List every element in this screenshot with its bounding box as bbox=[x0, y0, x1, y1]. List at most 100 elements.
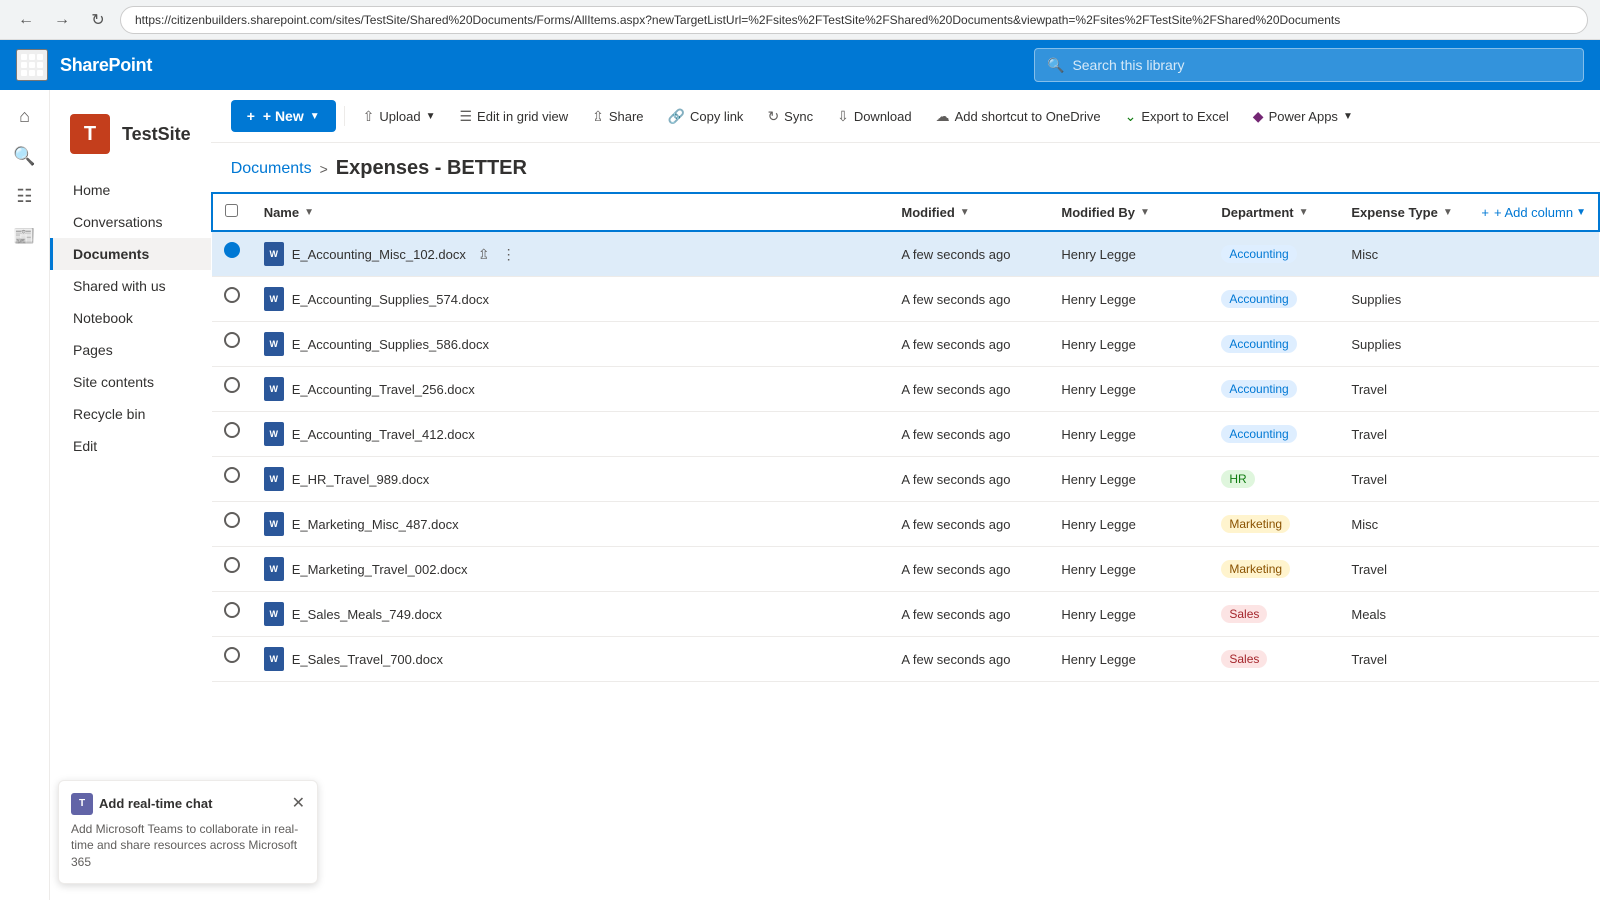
add-column-button[interactable]: + + Add column ▼ bbox=[1481, 205, 1586, 220]
new-plus-icon: + bbox=[247, 108, 255, 124]
file-name-cell: W E_Sales_Travel_700.docx ⇫ ⋮ bbox=[252, 637, 890, 682]
file-name-link[interactable]: E_HR_Travel_989.docx bbox=[292, 472, 430, 487]
file-name-link[interactable]: E_Accounting_Travel_256.docx bbox=[292, 382, 475, 397]
select-all-header[interactable] bbox=[212, 193, 252, 231]
waffle-menu-button[interactable] bbox=[16, 49, 48, 81]
sidebar-item-home[interactable]: Home bbox=[50, 174, 211, 206]
row-select-radio[interactable] bbox=[224, 332, 240, 348]
file-name-link[interactable]: E_Marketing_Misc_487.docx bbox=[292, 517, 459, 532]
department-tag: Accounting bbox=[1221, 425, 1296, 443]
department-cell: Sales bbox=[1209, 592, 1339, 637]
upload-button[interactable]: ⇧ Upload ▼ bbox=[353, 102, 446, 131]
file-name-cell: W E_Marketing_Misc_487.docx ⇫ ⋮ bbox=[252, 502, 890, 547]
nav-items: HomeConversationsDocumentsShared with us… bbox=[50, 174, 211, 462]
share-button[interactable]: ⇫ Share bbox=[582, 102, 653, 131]
search-input[interactable] bbox=[1072, 57, 1571, 73]
sidebar-item-notebook[interactable]: Notebook bbox=[50, 302, 211, 334]
expense-type-cell: Misc bbox=[1339, 502, 1469, 547]
select-all-checkbox[interactable] bbox=[225, 204, 238, 217]
refresh-button[interactable]: ↻ bbox=[84, 6, 112, 34]
chat-widget-title: T Add real-time chat bbox=[71, 793, 212, 815]
name-column-header[interactable]: Name ▼ bbox=[252, 193, 890, 231]
row-select-radio[interactable] bbox=[224, 467, 240, 483]
search-bar[interactable]: 🔍 bbox=[1034, 48, 1584, 82]
department-tag: Marketing bbox=[1221, 560, 1290, 578]
row-checkbox-cell bbox=[212, 502, 252, 538]
row-select-radio[interactable] bbox=[224, 512, 240, 528]
department-column-header[interactable]: Department ▼ bbox=[1209, 193, 1339, 231]
modified-by-cell: Henry Legge bbox=[1049, 457, 1209, 502]
row-select-radio[interactable] bbox=[224, 242, 240, 258]
extra-col-cell bbox=[1469, 637, 1599, 682]
export-excel-button[interactable]: ⌄ Export to Excel bbox=[1115, 102, 1239, 131]
row-select-radio[interactable] bbox=[224, 602, 240, 618]
sync-button[interactable]: ↻ Sync bbox=[757, 102, 823, 131]
table-row: W E_Accounting_Travel_256.docx ⇫ ⋮ A few… bbox=[212, 367, 1599, 412]
add-column-header[interactable]: + + Add column ▼ bbox=[1469, 193, 1599, 231]
back-button[interactable]: ← bbox=[12, 6, 40, 34]
sidebar-item-conversations[interactable]: Conversations bbox=[50, 206, 211, 238]
file-name-link[interactable]: E_Accounting_Misc_102.docx bbox=[292, 247, 466, 262]
row-checkbox-cell bbox=[212, 232, 252, 268]
extra-col-cell bbox=[1469, 592, 1599, 637]
row-select-radio[interactable] bbox=[224, 422, 240, 438]
modified-by-sort-icon: ▼ bbox=[1140, 207, 1150, 218]
table-body: W E_Accounting_Misc_102.docx ⇫ ⋮ A few s… bbox=[212, 231, 1599, 682]
forward-button[interactable]: → bbox=[48, 6, 76, 34]
address-text: https://citizenbuilders.sharepoint.com/s… bbox=[135, 13, 1340, 27]
row-select-radio[interactable] bbox=[224, 647, 240, 663]
sidebar-item-documents[interactable]: Documents bbox=[50, 238, 211, 270]
modified-by-column-header[interactable]: Modified By ▼ bbox=[1049, 193, 1209, 231]
sidebar-item-recycle-bin[interactable]: Recycle bin bbox=[50, 398, 211, 430]
news-nav-icon[interactable]: 📰 bbox=[7, 218, 43, 254]
search-nav-icon[interactable]: 🔍 bbox=[7, 138, 43, 174]
file-name-cell: W E_Marketing_Travel_002.docx ⇫ ⋮ bbox=[252, 547, 890, 592]
file-name-link[interactable]: E_Accounting_Supplies_586.docx bbox=[292, 337, 489, 352]
sidebar-item-pages[interactable]: Pages bbox=[50, 334, 211, 366]
expense-type-column-header[interactable]: Expense Type ▼ bbox=[1339, 193, 1469, 231]
sidebar-item-shared-with-us[interactable]: Shared with us bbox=[50, 270, 211, 302]
row-select-radio[interactable] bbox=[224, 287, 240, 303]
new-button[interactable]: + + New ▼ bbox=[231, 100, 336, 132]
app-name: SharePoint bbox=[60, 55, 152, 76]
chat-description: Add Microsoft Teams to collaborate in re… bbox=[71, 821, 305, 871]
chat-close-button[interactable]: ✕ bbox=[292, 793, 305, 813]
table-row: W E_HR_Travel_989.docx ⇫ ⋮ A few seconds… bbox=[212, 457, 1599, 502]
share-row-button[interactable]: ⇫ bbox=[474, 244, 494, 265]
row-select-radio[interactable] bbox=[224, 557, 240, 573]
home-nav-icon[interactable]: ⌂ bbox=[7, 98, 43, 134]
file-name-link[interactable]: E_Sales_Travel_700.docx bbox=[292, 652, 443, 667]
document-table: Name ▼ Modified ▼ Modifi bbox=[211, 192, 1600, 682]
browser-bar: ← → ↻ https://citizenbuilders.sharepoint… bbox=[0, 0, 1600, 40]
row-checkbox-cell bbox=[212, 637, 252, 673]
copy-link-button[interactable]: 🔗 Copy link bbox=[658, 102, 754, 131]
department-cell: Sales bbox=[1209, 637, 1339, 682]
modified-cell: A few seconds ago bbox=[889, 592, 1049, 637]
extra-col-cell bbox=[1469, 502, 1599, 547]
department-tag: Sales bbox=[1221, 605, 1267, 623]
breadcrumb-parent-link[interactable]: Documents bbox=[231, 160, 312, 178]
sidebar-item-site-contents[interactable]: Site contents bbox=[50, 366, 211, 398]
download-button[interactable]: ⇩ Download bbox=[827, 102, 922, 131]
file-name-cell: W E_Accounting_Supplies_574.docx ⇫ ⋮ bbox=[252, 277, 890, 322]
add-shortcut-button[interactable]: ☁ Add shortcut to OneDrive bbox=[926, 102, 1111, 131]
edit-grid-button[interactable]: ☰ Edit in grid view bbox=[449, 102, 578, 131]
row-checkbox-cell bbox=[212, 367, 252, 403]
file-name-link[interactable]: E_Sales_Meals_749.docx bbox=[292, 607, 442, 622]
file-name-link[interactable]: E_Accounting_Travel_412.docx bbox=[292, 427, 475, 442]
file-name-link[interactable]: E_Marketing_Travel_002.docx bbox=[292, 562, 468, 577]
power-apps-button[interactable]: ◆ Power Apps ▼ bbox=[1243, 102, 1363, 131]
address-bar[interactable]: https://citizenbuilders.sharepoint.com/s… bbox=[120, 6, 1588, 34]
breadcrumb: Documents > Expenses - BETTER bbox=[211, 143, 1600, 188]
row-checkbox-cell bbox=[212, 592, 252, 628]
row-select-radio[interactable] bbox=[224, 377, 240, 393]
row-checkbox-cell bbox=[212, 322, 252, 358]
sites-nav-icon[interactable]: ☷ bbox=[7, 178, 43, 214]
more-row-button[interactable]: ⋮ bbox=[498, 244, 520, 265]
file-name-link[interactable]: E_Accounting_Supplies_574.docx bbox=[292, 292, 489, 307]
sidebar-item-edit[interactable]: Edit bbox=[50, 430, 211, 462]
modified-cell: A few seconds ago bbox=[889, 457, 1049, 502]
modified-column-header[interactable]: Modified ▼ bbox=[889, 193, 1049, 231]
modified-cell: A few seconds ago bbox=[889, 231, 1049, 277]
file-name-cell: W E_Accounting_Supplies_586.docx ⇫ ⋮ bbox=[252, 322, 890, 367]
